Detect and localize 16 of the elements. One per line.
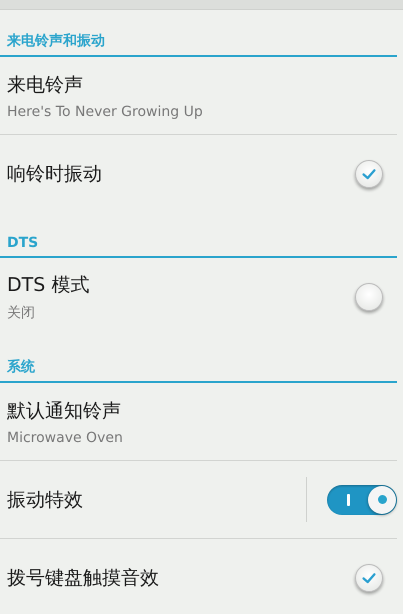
- setting-title[interactable]: 振动特效: [7, 486, 306, 512]
- section-header: 来电铃声和振动: [0, 32, 397, 57]
- setting-title[interactable]: DTS 模式: [7, 272, 355, 298]
- checkbox[interactable]: [355, 283, 383, 311]
- setting-title[interactable]: 响铃时振动: [7, 161, 355, 187]
- section-header: 系统: [0, 358, 397, 383]
- setting-title[interactable]: 默认通知铃声: [7, 398, 397, 424]
- setting-summary: 关闭: [7, 304, 36, 322]
- setting-summary: Here's To Never Growing Up: [7, 104, 204, 120]
- section-header: DTS: [0, 235, 397, 258]
- checkbox[interactable]: [355, 160, 383, 188]
- checkbox[interactable]: [355, 564, 383, 592]
- setting-title[interactable]: 来电铃声: [7, 72, 397, 98]
- setting-title[interactable]: 拨号键盘触摸音效: [7, 565, 355, 591]
- toggle-switch[interactable]: [327, 484, 397, 514]
- setting-summary: Microwave Oven: [7, 430, 124, 446]
